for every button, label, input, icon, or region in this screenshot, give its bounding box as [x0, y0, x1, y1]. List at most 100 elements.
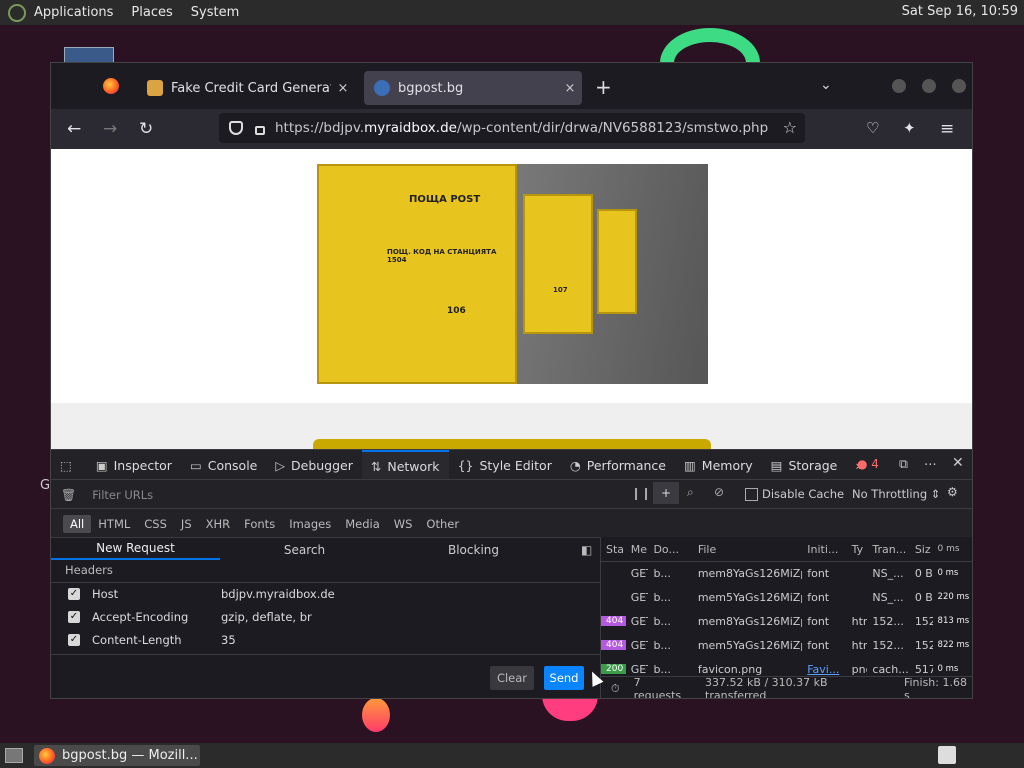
firefox-view-icon[interactable]: [103, 78, 119, 94]
column-type[interactable]: Ty: [847, 543, 868, 556]
close-devtools-icon[interactable]: ✕: [952, 455, 964, 471]
type-images[interactable]: Images: [282, 515, 338, 533]
menu-system[interactable]: System: [191, 5, 239, 20]
tracking-shield-icon[interactable]: [229, 121, 243, 135]
type-css[interactable]: CSS: [137, 515, 174, 533]
filter-urls-input[interactable]: Filter URLs: [92, 488, 153, 502]
column-initiator[interactable]: Initi...: [802, 543, 846, 556]
column-method[interactable]: Me: [626, 543, 649, 556]
column-waterfall[interactable]: 0 ms: [933, 544, 972, 554]
tab-memory[interactable]: ▥ Memory: [675, 450, 762, 480]
column-file[interactable]: File: [693, 543, 802, 556]
show-desktop-icon[interactable]: [5, 748, 23, 763]
tab-network[interactable]: ⇅ Network: [361, 450, 449, 480]
type-js[interactable]: JS: [174, 515, 199, 533]
forward-icon[interactable]: →: [103, 119, 117, 139]
panel-clock[interactable]: Sat Sep 16, 10:59: [902, 4, 1018, 19]
pause-icon[interactable]: ❙❙: [631, 486, 651, 500]
tab-console[interactable]: ▭ Console: [181, 450, 266, 480]
type-fonts[interactable]: Fonts: [237, 515, 282, 533]
request-transferred: NS_...: [872, 566, 904, 580]
header-checkbox[interactable]: ✓: [68, 588, 80, 600]
menu-applications[interactable]: Applications: [34, 5, 113, 20]
app-menu-icon[interactable]: ≡: [940, 119, 954, 139]
tab-storage[interactable]: ▤ Storage: [762, 450, 847, 480]
close-window-button[interactable]: [952, 79, 966, 93]
column-transferred[interactable]: Tran...: [867, 543, 909, 556]
throttling-select[interactable]: No Throttling ⇕: [852, 487, 940, 501]
tab-bgpost[interactable]: bgpost.bg ×: [364, 71, 582, 105]
tab-performance[interactable]: ◔ Performance: [561, 450, 675, 480]
type-all[interactable]: All: [63, 514, 92, 533]
request-list-header: Sta Me Do... File Initi... Ty Tran... Si…: [601, 537, 972, 562]
request-row[interactable]: GET b... mem5YaGs126MiZpB font NS_... 0 B 220 …: [601, 585, 972, 609]
dock-icon[interactable]: ⧉: [899, 456, 908, 472]
collapse-panel-icon[interactable]: ◧: [581, 543, 592, 557]
devtools-menu-icon[interactable]: ⋯: [924, 456, 937, 471]
type-ws[interactable]: WS: [387, 515, 420, 533]
back-icon[interactable]: ←: [67, 119, 81, 139]
request-row[interactable]: GET b... mem8YaGs126MiZpB font NS_... 0 B 0 ms: [601, 561, 972, 585]
page-content: ПОЩА POST ПОЩ. КОД НА СТАНЦИЯТА 1504 106…: [51, 149, 972, 451]
tab-close-icon[interactable]: ×: [331, 81, 355, 96]
send-button[interactable]: Send: [544, 666, 584, 690]
extensions-icon[interactable]: ✦: [903, 119, 916, 137]
trash-icon[interactable]: 🗑: [61, 488, 76, 502]
maximize-button[interactable]: [922, 79, 936, 93]
firefox-icon: [39, 747, 55, 764]
tab-blocking[interactable]: Blocking: [389, 543, 558, 557]
gear-icon[interactable]: ⚙: [947, 485, 958, 499]
header-value[interactable]: bdjpv.myraidbox.de: [221, 587, 335, 601]
header-checkbox[interactable]: ✓: [68, 634, 80, 646]
sidebar-tabs: New Request Search Blocking: [51, 538, 600, 562]
new-request-panel: New Request Search Blocking ◧ Headers ✓ …: [51, 537, 600, 698]
network-icon: ⇅: [370, 458, 382, 474]
type-xhr[interactable]: XHR: [199, 515, 238, 533]
search-icon[interactable]: ⌕: [687, 485, 694, 500]
minimize-button[interactable]: [892, 79, 906, 93]
header-value[interactable]: 35: [221, 633, 236, 647]
tab-style-editor[interactable]: {} Style Editor: [449, 450, 561, 480]
distro-logo-icon[interactable]: [8, 3, 26, 22]
request-size: 152: [914, 614, 933, 628]
taskbar-item-firefox[interactable]: bgpost.bg — Mozill...: [34, 745, 200, 766]
error-count-badge[interactable]: ● 4: [857, 457, 879, 471]
clear-button[interactable]: Clear: [490, 666, 534, 690]
workspace-switcher-icon[interactable]: [938, 746, 956, 764]
list-all-tabs-button[interactable]: ⌄: [820, 77, 832, 93]
element-picker-icon[interactable]: ⬚: [51, 450, 87, 480]
new-tab-button[interactable]: +: [595, 75, 612, 99]
request-row[interactable]: 404 GET b... mem8YaGs126MiZpB font htm 152... 1…: [601, 609, 972, 633]
column-status[interactable]: Sta: [601, 543, 626, 556]
lock-icon[interactable]: [255, 125, 265, 135]
type-other[interactable]: Other: [419, 515, 466, 533]
pocket-icon[interactable]: ♡: [866, 119, 879, 137]
globe-icon: [374, 80, 390, 96]
header-name[interactable]: Host: [92, 587, 221, 601]
block-icon[interactable]: ⊘: [714, 485, 724, 499]
tab-new-request[interactable]: New Request: [51, 541, 220, 560]
tab-close-icon[interactable]: ×: [558, 81, 582, 96]
reload-icon[interactable]: ↻: [139, 119, 153, 139]
tab-search[interactable]: Search: [220, 543, 389, 557]
disable-cache-checkbox[interactable]: [745, 488, 758, 501]
stopwatch-icon[interactable]: ⏱: [611, 682, 620, 696]
column-domain[interactable]: Do...: [648, 543, 692, 556]
url-bar[interactable]: https://bdjpv. myraidbox.de/wp-content/di…: [219, 113, 805, 143]
menu-places[interactable]: Places: [131, 5, 172, 20]
tab-inspector[interactable]: ▣ Inspector: [87, 450, 181, 480]
type-html[interactable]: HTML: [91, 515, 137, 533]
header-name[interactable]: Accept-Encoding: [92, 610, 221, 624]
request-method: GET: [630, 566, 649, 580]
request-row[interactable]: 404 GET b... mem5YaGs126MiZpB font htm 152... 1…: [601, 633, 972, 657]
request-time: 813 ms: [937, 616, 970, 626]
new-request-icon[interactable]: +: [653, 482, 679, 504]
tab-debugger[interactable]: ▷ Debugger: [266, 450, 362, 480]
header-checkbox[interactable]: ✓: [68, 611, 80, 623]
type-media[interactable]: Media: [338, 515, 387, 533]
header-name[interactable]: Content-Length: [92, 633, 221, 647]
column-size[interactable]: Siz: [910, 543, 933, 556]
header-value[interactable]: gzip, deflate, br: [221, 610, 312, 624]
bookmark-star-icon[interactable]: ☆: [783, 118, 797, 137]
tab-fake-credit-card[interactable]: Fake Credit Card Generator | ×: [137, 71, 355, 105]
